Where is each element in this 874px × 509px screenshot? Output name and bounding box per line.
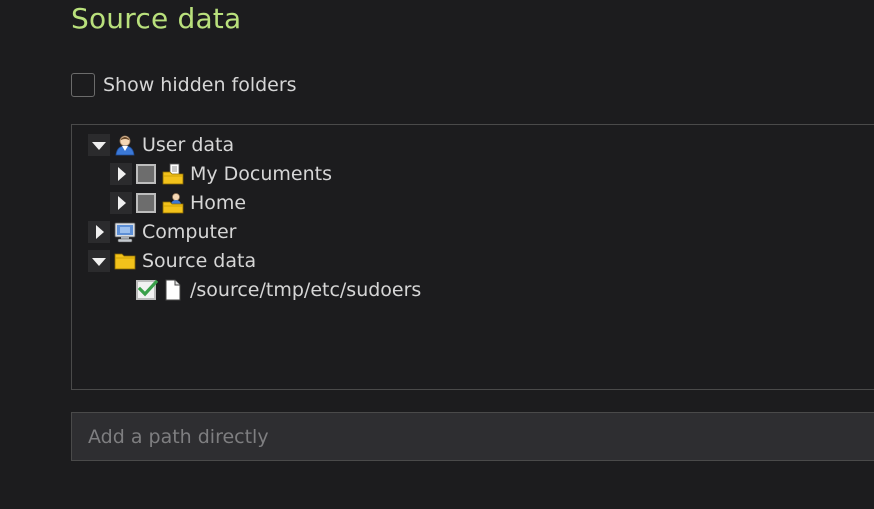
check-icon [138, 279, 158, 296]
section-title: Source data [71, 2, 242, 35]
tree-item-label: Source data [142, 249, 257, 272]
home-folder-icon [162, 192, 184, 214]
tree-item-user-data[interactable]: User data [88, 130, 234, 159]
folder-icon [114, 250, 136, 272]
expand-toggle-my-documents[interactable] [110, 162, 132, 185]
tree-item-label: Home [190, 191, 247, 214]
tree-item-computer[interactable]: Computer [88, 217, 236, 246]
chevron-right-icon [118, 166, 126, 181]
home-checkbox[interactable] [136, 192, 156, 213]
expand-toggle-computer[interactable] [88, 220, 110, 243]
show-hidden-folders-checkbox[interactable] [71, 73, 95, 97]
chevron-right-icon [118, 195, 126, 210]
my-documents-checkbox[interactable] [136, 163, 156, 184]
chevron-right-icon [96, 224, 104, 239]
tree-item-home[interactable]: Home [110, 188, 246, 217]
tree-item-label: User data [142, 133, 235, 156]
documents-folder-icon [162, 163, 184, 185]
expand-toggle-user-data[interactable] [88, 133, 110, 156]
source-data-page: Source data Show hidden folders User dat… [0, 0, 874, 509]
file-icon [162, 279, 184, 301]
user-folder-icon [114, 134, 136, 156]
expand-toggle-source-data[interactable] [88, 249, 110, 272]
expand-toggle-home[interactable] [110, 191, 132, 214]
tree-item-source-data[interactable]: Source data [88, 246, 256, 275]
tree-item-my-documents[interactable]: My Documents [110, 159, 332, 188]
folder-tree[interactable]: User data My Documents Home Computer Sou… [71, 124, 874, 390]
computer-icon [114, 221, 136, 243]
sudoers-checkbox[interactable] [136, 279, 158, 300]
show-hidden-folders-option[interactable]: Show hidden folders [71, 71, 297, 99]
tree-item-sudoers-file[interactable]: /source/tmp/etc/sudoers [136, 275, 421, 304]
show-hidden-folders-label: Show hidden folders [103, 74, 297, 96]
add-path-input[interactable] [71, 412, 874, 461]
chevron-down-icon [92, 257, 106, 266]
chevron-down-icon [92, 141, 106, 150]
tree-item-label: Computer [142, 220, 237, 243]
tree-item-label: /source/tmp/etc/sudoers [190, 278, 422, 301]
tree-item-label: My Documents [190, 162, 333, 185]
